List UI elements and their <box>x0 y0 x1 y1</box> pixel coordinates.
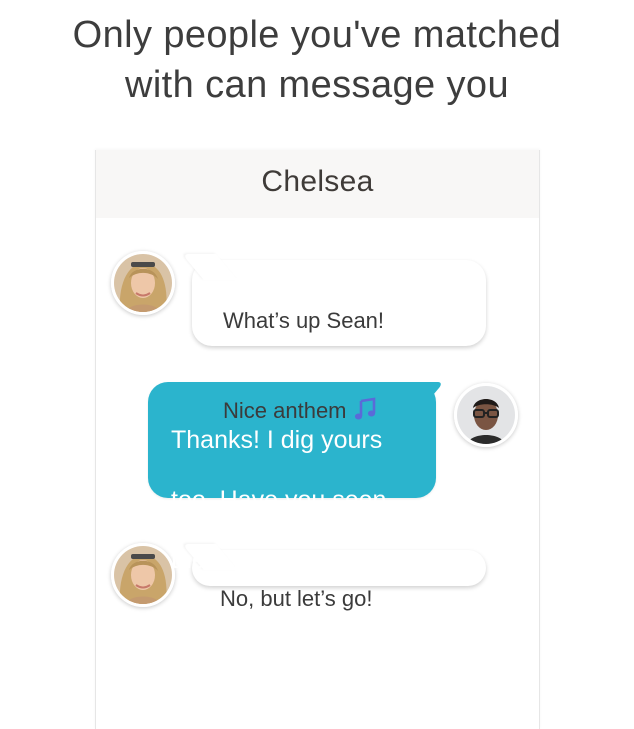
message-bubble-outgoing: Thanks! I dig yours too. Have you seen t… <box>148 382 436 574</box>
headline-line-2: with can message you <box>125 64 509 106</box>
headline-line-1: Only people you've matched <box>72 14 562 56</box>
chat-header: Chelsea <box>96 150 539 218</box>
message-text: Thanks! I dig yours <box>171 426 383 454</box>
woman-avatar <box>114 254 172 312</box>
match-avatar[interactable] <box>111 543 175 607</box>
contact-name[interactable]: Chelsea <box>261 165 373 198</box>
message-text: too. Have you seen <box>171 486 387 514</box>
chat-screen: Chelsea What’s up Sean! Nice anthem Than… <box>95 150 540 729</box>
message-bubble-incoming: No, but let’s go! <box>192 550 486 611</box>
woman-avatar <box>114 546 172 604</box>
message-text: What’s up Sean! <box>223 308 385 333</box>
message-text: No, but let’s go! <box>220 586 373 611</box>
match-avatar[interactable] <box>111 251 175 315</box>
headline: Only people you've matched with can mess… <box>0 10 634 110</box>
message-bubble-incoming: What’s up Sean! Nice anthem <box>192 260 486 423</box>
